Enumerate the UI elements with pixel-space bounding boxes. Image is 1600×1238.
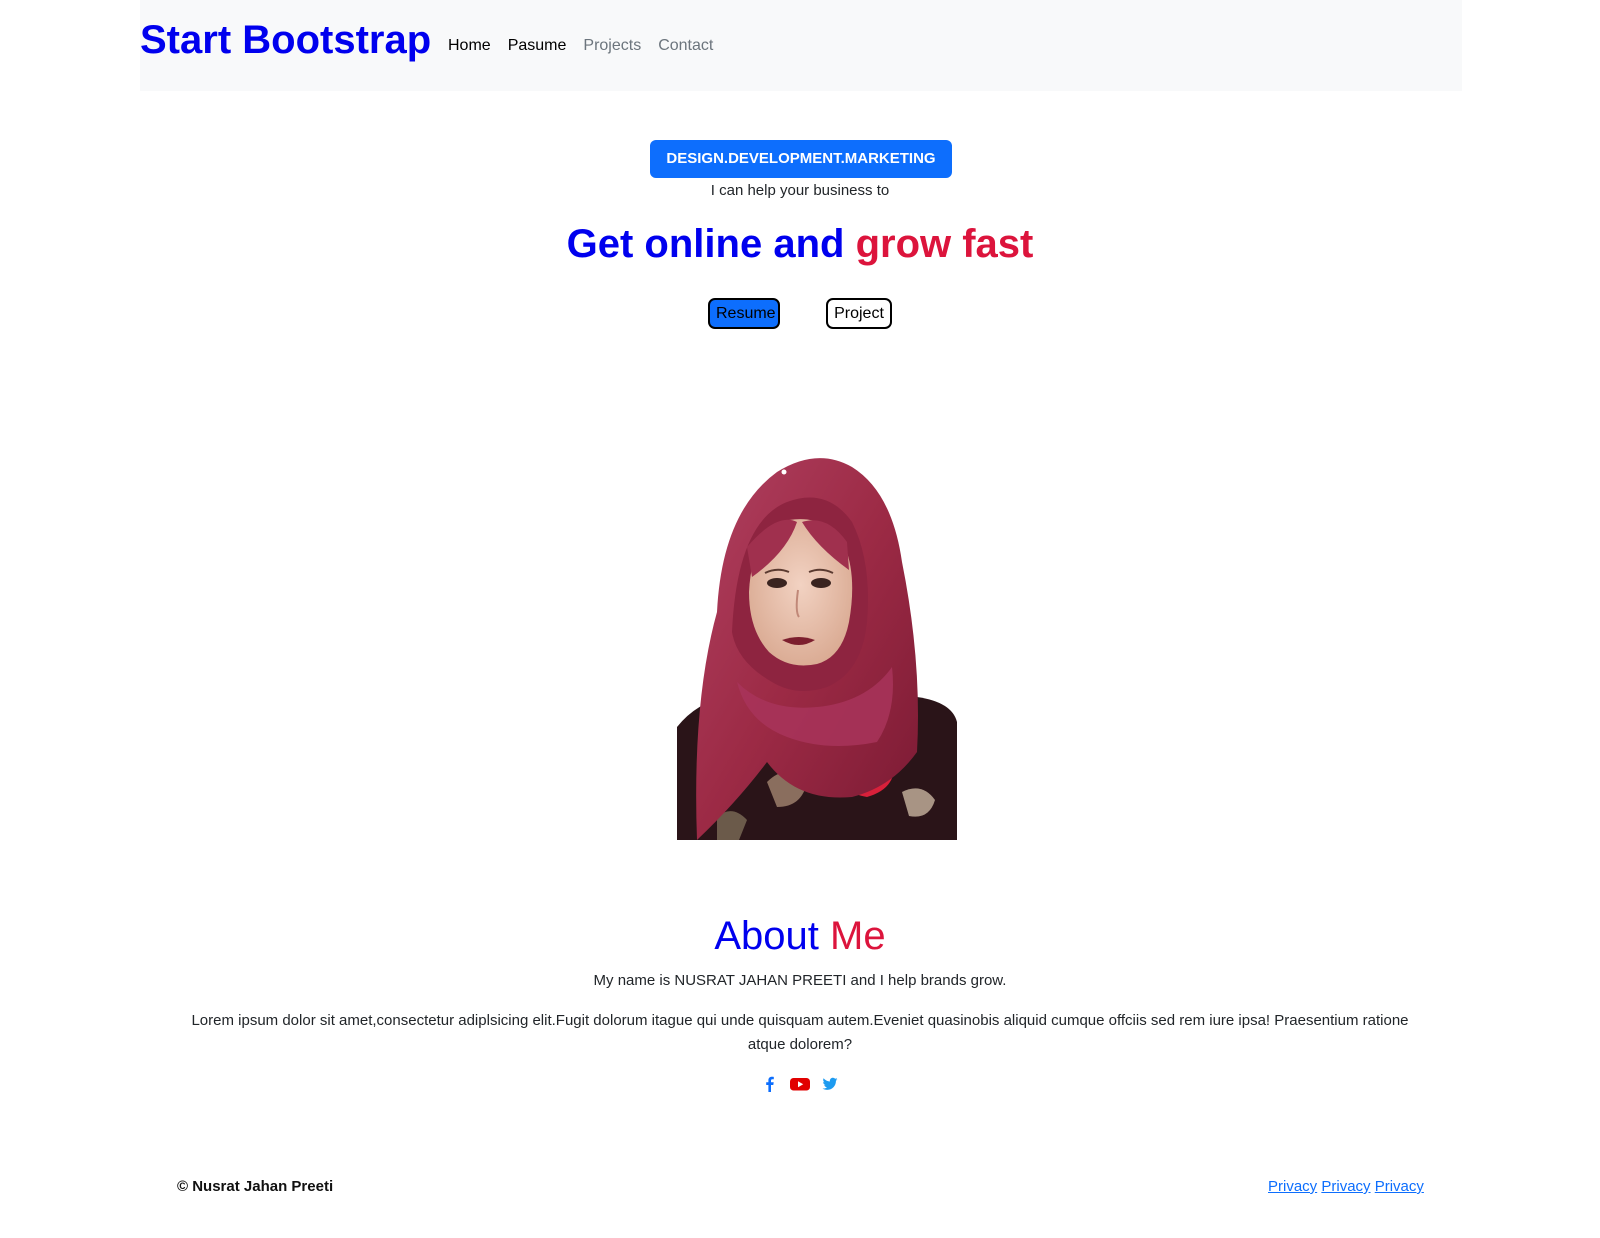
about-title-part2: Me bbox=[830, 914, 886, 958]
footer-link-privacy-3[interactable]: Privacy bbox=[1375, 1178, 1424, 1195]
hero-headline-part2: grow fast bbox=[855, 222, 1034, 266]
nav-link-pasume[interactable]: Pasume bbox=[508, 36, 567, 56]
footer-link-privacy-1[interactable]: Privacy bbox=[1268, 1178, 1317, 1195]
about-title-part1: About bbox=[714, 914, 819, 958]
hero-headline: Get online and grow fast bbox=[0, 214, 1600, 274]
hero-headline-part1: Get online and bbox=[566, 222, 845, 266]
twitter-icon[interactable] bbox=[822, 1076, 838, 1092]
about-intro: My name is NUSRAT JAHAN PREETI and I hel… bbox=[593, 972, 1007, 989]
footer-link-privacy-2[interactable]: Privacy bbox=[1321, 1178, 1370, 1195]
about-title: About Me bbox=[0, 908, 1600, 964]
nav-links: Home Pasume Projects Contact bbox=[448, 36, 713, 56]
footer-copyright: © Nusrat Jahan Preeti bbox=[177, 1178, 334, 1195]
youtube-icon[interactable] bbox=[790, 1076, 810, 1092]
profile-photo bbox=[677, 458, 957, 840]
nav-link-home[interactable]: Home bbox=[448, 36, 491, 56]
social-links bbox=[762, 1076, 838, 1092]
navbar-brand[interactable]: Start Bootstrap bbox=[140, 14, 431, 66]
hero-subtitle: I can help your business to bbox=[710, 182, 890, 199]
navbar: Start Bootstrap Home Pasume Projects Con… bbox=[140, 0, 1462, 91]
resume-button[interactable]: Resume bbox=[708, 298, 780, 329]
services-badge: DESIGN.DEVELOPMENT.MARKETING bbox=[650, 140, 952, 178]
nav-link-contact[interactable]: Contact bbox=[658, 36, 713, 56]
about-body: Lorem ipsum dolor sit amet,consectetur a… bbox=[191, 1012, 1409, 1053]
project-button[interactable]: Project bbox=[826, 298, 892, 329]
nav-link-projects[interactable]: Projects bbox=[583, 36, 641, 56]
facebook-icon[interactable] bbox=[762, 1076, 778, 1092]
footer-links: Privacy Privacy Privacy bbox=[1268, 1176, 1424, 1198]
